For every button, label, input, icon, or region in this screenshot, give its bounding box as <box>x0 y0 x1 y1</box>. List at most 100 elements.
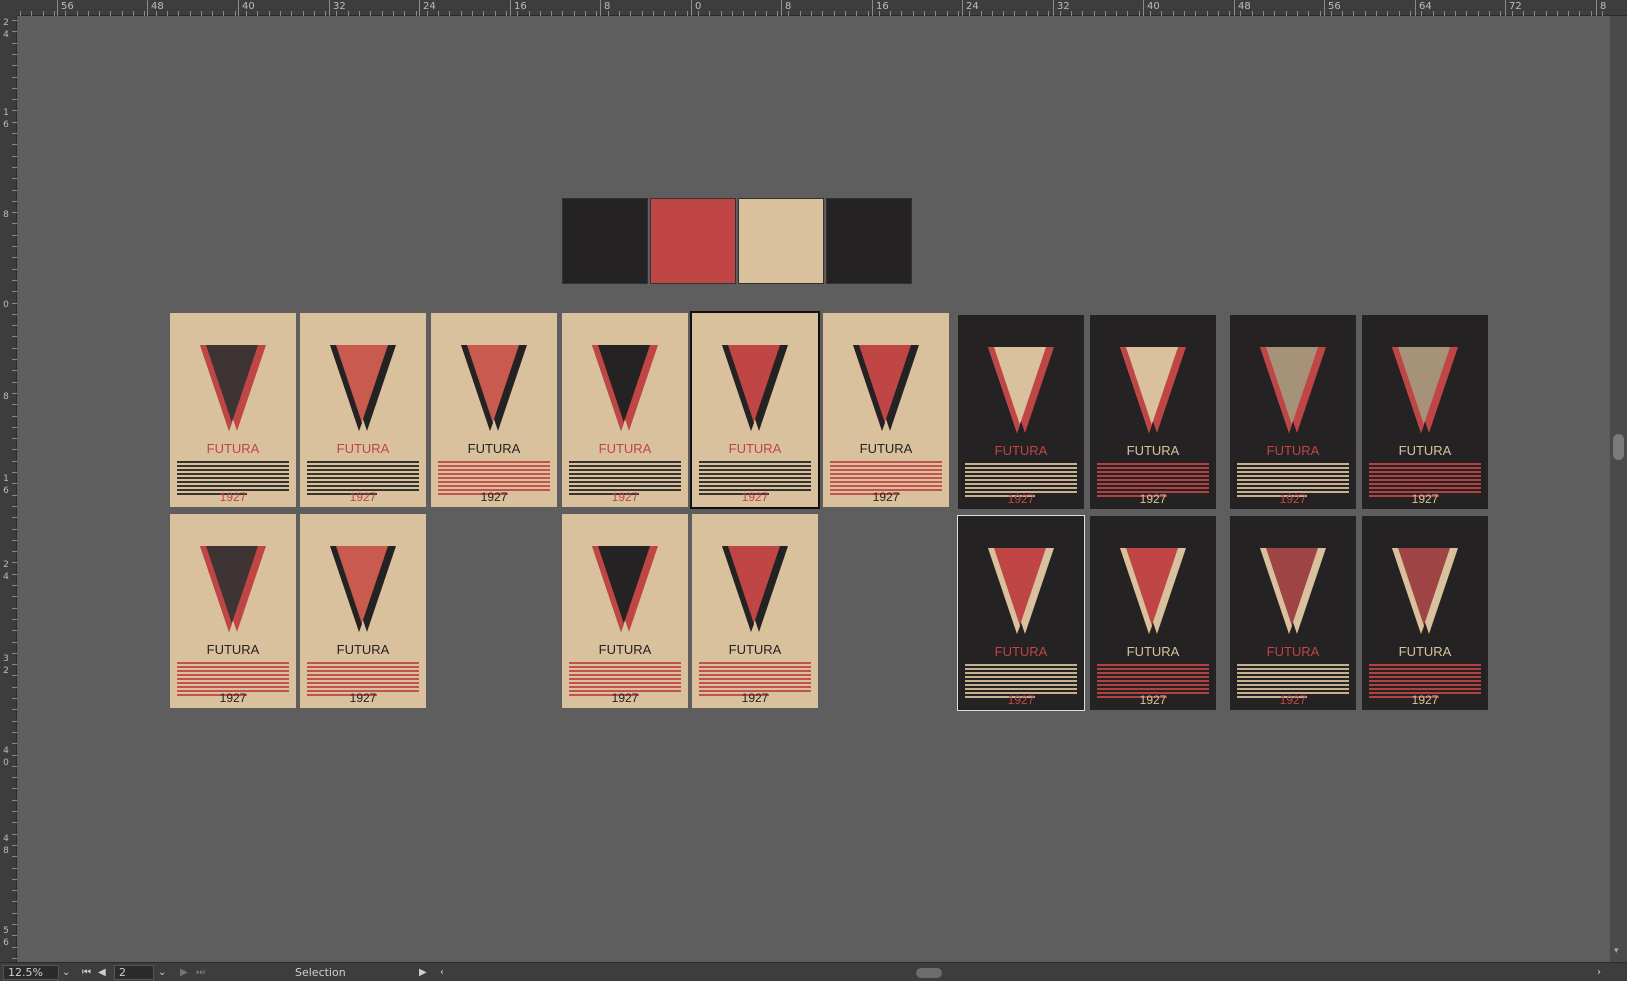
body-text-line <box>307 465 419 467</box>
ruler-minor-tick <box>12 472 17 473</box>
ruler-minor-tick <box>641 11 643 16</box>
body-text-line <box>1237 487 1349 489</box>
horizontal-ruler[interactable]: 56 48 40 32 24 16 8 0 8 16 24 32 40 48 56 64 72 8 <box>0 0 1627 16</box>
ruler-minor-tick <box>12 890 17 892</box>
body-text-line <box>569 481 681 483</box>
ruler-minor-tick <box>799 11 801 16</box>
body-text-line <box>1369 672 1481 674</box>
poster-thumbnail[interactable]: FUTURA 1927 <box>1362 315 1488 509</box>
poster-thumbnail[interactable]: FUTURA 1927 <box>1090 516 1216 710</box>
vertical-scroll-thumb[interactable] <box>1613 434 1624 460</box>
poster-thumbnail[interactable]: FUTURA 1927 <box>300 313 426 507</box>
poster-year: 1927 <box>350 490 377 504</box>
poster-year: 1927 <box>612 691 639 705</box>
poster-thumbnail[interactable]: FUTURA 1927 <box>690 311 820 509</box>
poster-thumbnail[interactable]: FUTURA 1927 <box>562 514 688 708</box>
body-text-line <box>1369 664 1481 666</box>
prev-page-icon[interactable]: ◀ <box>98 965 106 980</box>
ruler-minor-tick <box>438 11 440 16</box>
body-text-line <box>1369 479 1481 481</box>
ruler-minor-tick <box>12 42 17 44</box>
body-text-line <box>965 664 1077 666</box>
body-text-line <box>1237 680 1349 682</box>
poster-artwork: FUTURA 1927 <box>692 514 818 708</box>
ruler-tick-label: 4 <box>3 30 9 40</box>
ruler-tick <box>691 0 692 16</box>
page-dropdown-chevron-icon[interactable]: ⌄ <box>158 965 166 980</box>
body-text-line <box>699 666 811 668</box>
swatch-red[interactable] <box>650 198 736 284</box>
page-number-field[interactable]: 2 <box>114 965 154 980</box>
ruler-minor-tick <box>1206 11 1208 16</box>
document-canvas[interactable]: FUTURA 1927 FUTURA 1927 FUTURA 1927 FUTU… <box>17 17 1610 962</box>
poster-year: 1927 <box>1412 492 1439 506</box>
poster-thumbnail[interactable]: FUTURA 1927 <box>170 313 296 507</box>
ruler-minor-tick <box>709 11 711 16</box>
zoom-dropdown-chevron-icon[interactable]: ⌄ <box>62 965 70 980</box>
ruler-minor-tick <box>12 878 17 880</box>
body-text-line <box>1097 664 1209 666</box>
ruler-minor-tick <box>1522 11 1524 16</box>
swatch-cream[interactable] <box>738 198 824 284</box>
first-page-icon[interactable]: ⏮ <box>82 965 91 980</box>
body-text-line <box>569 662 681 664</box>
ruler-minor-tick <box>12 664 17 666</box>
poster-thumbnail[interactable]: FUTURA 1927 <box>300 514 426 708</box>
ruler-minor-tick <box>754 11 756 16</box>
poster-title: FUTURA <box>1127 443 1180 458</box>
poster-artwork: FUTURA 1927 <box>300 514 426 708</box>
body-text-line <box>569 473 681 475</box>
body-text-line <box>1369 483 1481 485</box>
ruler-minor-tick <box>449 11 451 16</box>
vertical-ruler[interactable]: 2416808162432404856 <box>0 16 17 962</box>
horizontal-scroll-thumb[interactable] <box>916 968 942 978</box>
swatch-dark-2[interactable] <box>826 198 912 284</box>
ruler-minor-tick <box>1511 11 1513 16</box>
poster-thumbnail[interactable]: FUTURA 1927 <box>958 315 1084 509</box>
vertical-scrollbar[interactable]: ▾ <box>1610 16 1627 962</box>
ruler-minor-tick <box>12 155 17 157</box>
ruler-minor-tick <box>336 11 338 16</box>
status-menu-arrow-icon[interactable]: ▶ <box>419 965 427 980</box>
ruler-minor-tick <box>562 11 564 16</box>
body-text-line <box>307 662 419 664</box>
ruler-minor-tick <box>12 76 17 78</box>
ruler-minor-tick <box>12 404 17 406</box>
scroll-right-arrow-icon[interactable]: › <box>1597 965 1601 980</box>
swatch-dark-1[interactable] <box>562 198 648 284</box>
poster-thumbnail[interactable]: FUTURA 1927 <box>431 313 557 507</box>
status-text: Selection <box>295 966 346 979</box>
ruler-minor-tick <box>12 381 17 383</box>
ruler-origin[interactable] <box>0 0 17 16</box>
body-text-line <box>307 477 419 479</box>
zoom-field[interactable]: 12.5% <box>3 965 59 980</box>
poster-thumbnail[interactable]: FUTURA 1927 <box>1230 516 1356 710</box>
horizontal-scrollbar[interactable]: ‹ › <box>440 965 1610 980</box>
body-text-line <box>177 670 289 672</box>
poster-thumbnail[interactable]: FUTURA 1927 <box>692 514 818 708</box>
ruler-minor-tick <box>912 11 914 16</box>
ruler-minor-tick <box>1070 11 1072 16</box>
poster-year: 1927 <box>481 490 508 504</box>
poster-thumbnail[interactable]: FUTURA 1927 <box>1362 516 1488 710</box>
ruler-minor-tick <box>1409 11 1411 16</box>
scroll-left-arrow-icon[interactable]: ‹ <box>440 965 444 980</box>
ruler-minor-tick <box>178 11 180 16</box>
ruler-minor-tick <box>12 99 17 101</box>
ruler-minor-tick <box>12 325 17 327</box>
poster-thumbnail[interactable]: FUTURA 1927 <box>957 515 1085 711</box>
ruler-minor-tick <box>1579 11 1581 16</box>
ruler-minor-tick <box>257 11 259 16</box>
ruler-minor-tick <box>472 11 473 16</box>
ruler-minor-tick <box>1217 11 1219 16</box>
poster-thumbnail[interactable]: FUTURA 1927 <box>1090 315 1216 509</box>
poster-thumbnail[interactable]: FUTURA 1927 <box>562 313 688 507</box>
ruler-minor-tick <box>359 11 360 16</box>
ruler-minor-tick <box>1477 11 1479 16</box>
last-page-icon[interactable]: ⏭ <box>196 965 205 980</box>
poster-thumbnail[interactable]: FUTURA 1927 <box>1230 315 1356 509</box>
next-page-icon[interactable]: ▶ <box>180 965 188 980</box>
scroll-down-arrow-icon[interactable]: ▾ <box>1614 946 1619 956</box>
poster-thumbnail[interactable]: FUTURA 1927 <box>170 514 296 708</box>
poster-thumbnail[interactable]: FUTURA 1927 <box>823 313 949 507</box>
